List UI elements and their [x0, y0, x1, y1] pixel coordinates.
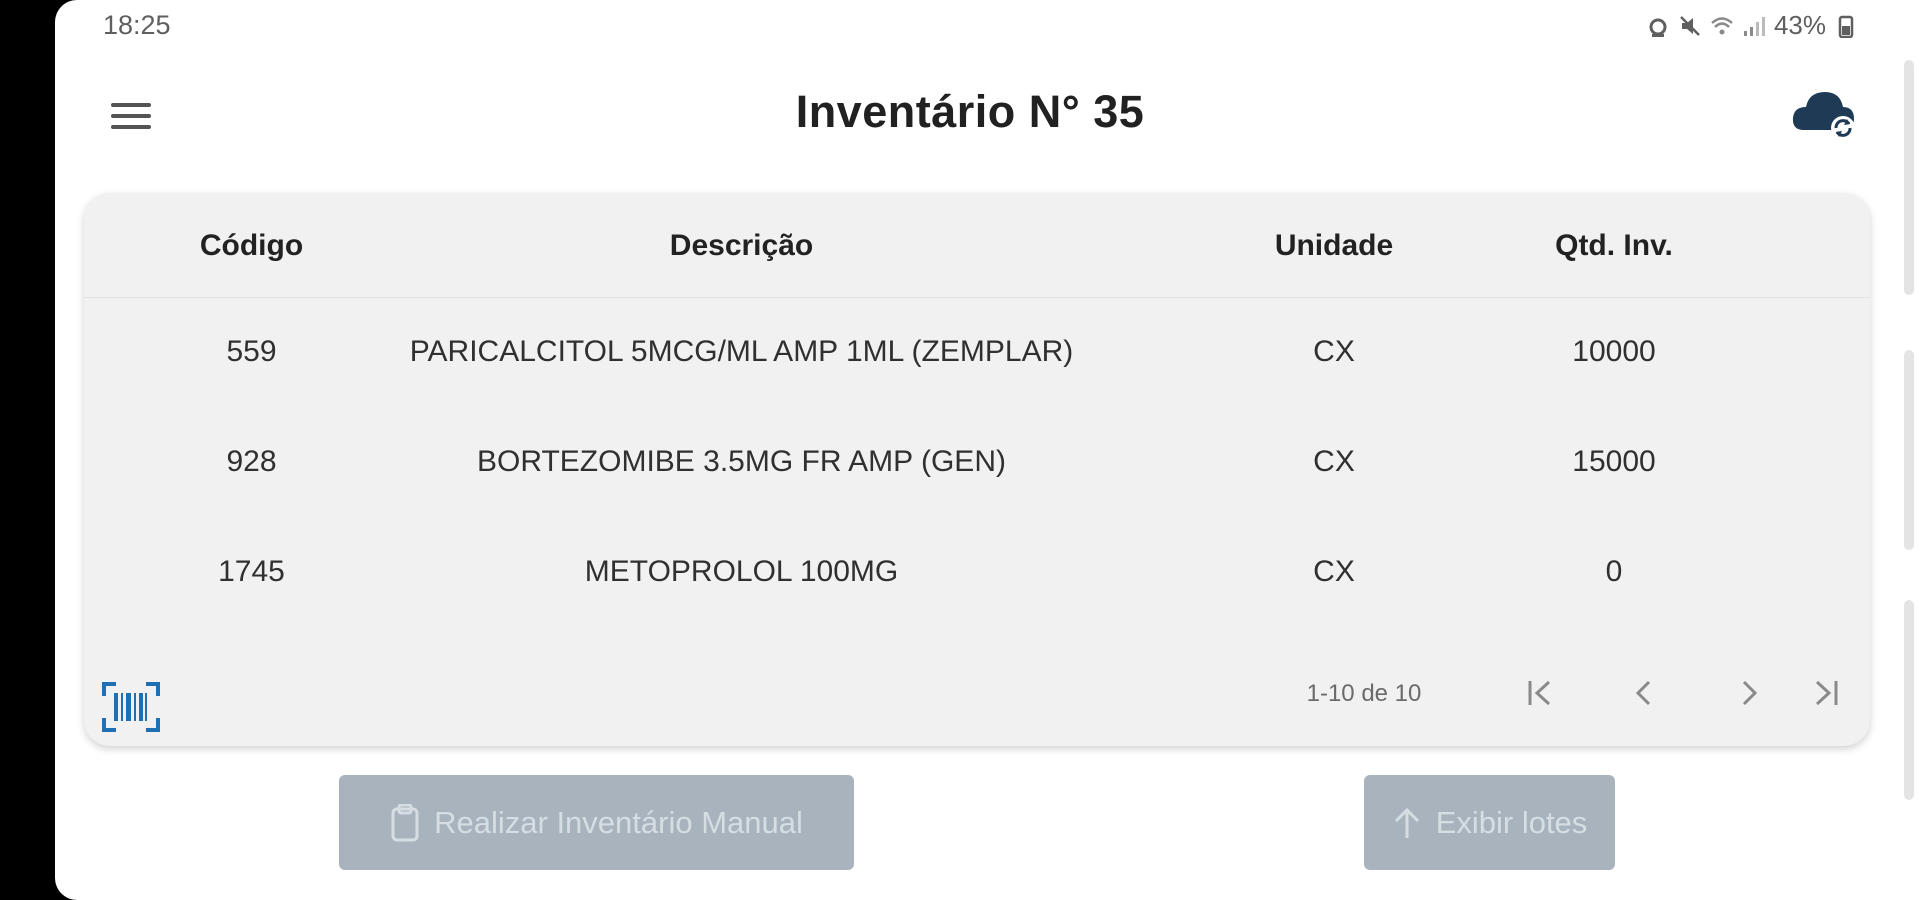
table-row[interactable]: 559 PARICALCITOL 5MCG/ML AMP 1ML (ZEMPLA…: [84, 298, 1870, 408]
page-title: Inventário N° 35: [795, 86, 1145, 137]
pagination-info: 1-10 de 10: [1306, 680, 1422, 707]
cell-descricao: PARICALCITOL 5MCG/ML AMP 1ML (ZEMPLAR): [409, 335, 1074, 368]
cell-unidade: CX: [1313, 445, 1355, 478]
signal-icon: [1743, 16, 1765, 36]
wifi-icon: [1711, 16, 1733, 34]
column-header-descricao[interactable]: Descrição: [369, 229, 1114, 263]
cell-codigo: 1745: [218, 555, 285, 588]
cell-unidade: CX: [1313, 335, 1355, 368]
cell-qtd: 15000: [1572, 445, 1656, 478]
cell-qtd: 0: [1605, 555, 1623, 588]
cell-descricao: BORTEZOMIBE 3.5MG FR AMP (GEN): [477, 445, 1006, 478]
status-time: 18:25: [103, 10, 171, 40]
battery-icon: [1838, 15, 1854, 38]
scrollbar-segment: [1904, 60, 1914, 295]
realizar-inventario-manual-button[interactable]: Realizar Inventário Manual: [339, 775, 854, 870]
arrow-up-icon: [1394, 807, 1419, 838]
first-page-icon[interactable]: [1510, 663, 1570, 723]
app-screen: 18:25 43% Inventário N° 35 Código Descri…: [55, 0, 1928, 900]
cell-codigo: 928: [226, 445, 277, 478]
cell-unidade: CX: [1313, 555, 1355, 588]
column-header-codigo[interactable]: Código: [134, 229, 369, 263]
table-row[interactable]: 928 BORTEZOMIBE 3.5MG FR AMP (GEN) CX 15…: [84, 408, 1870, 518]
table-header: Código Descrição Unidade Qtd. Inv.: [84, 193, 1870, 298]
battery-percent: 43%: [1773, 10, 1826, 40]
barcode-scan-icon[interactable]: [100, 680, 162, 734]
status-bar: 18:25 43%: [55, 0, 1928, 50]
inventory-table-card: Código Descrição Unidade Qtd. Inv. 559 P…: [84, 193, 1870, 746]
status-icons: 43%: [1646, 10, 1858, 41]
alarm-icon: [1649, 18, 1667, 37]
previous-page-icon[interactable]: [1614, 663, 1674, 723]
last-page-icon[interactable]: [1796, 663, 1856, 723]
exibir-lotes-button[interactable]: Exibir lotes: [1364, 775, 1615, 870]
manual-button-label: Realizar Inventário Manual: [434, 804, 803, 840]
mute-icon: [1680, 15, 1700, 36]
cell-descricao: METOPROLOL 100MG: [584, 555, 899, 588]
cell-qtd: 10000: [1572, 335, 1656, 368]
clipboard-icon: [391, 803, 419, 841]
column-header-unidade[interactable]: Unidade: [1224, 229, 1444, 263]
column-header-qtd-inv[interactable]: Qtd. Inv.: [1484, 229, 1744, 263]
lotes-button-label: Exibir lotes: [1435, 804, 1588, 840]
scrollbar-segment: [1904, 600, 1914, 800]
scrollbar-segment: [1904, 350, 1914, 550]
cloud-sync-icon[interactable]: [1790, 84, 1860, 144]
app-bar: Inventário N° 35: [55, 60, 1928, 165]
cell-codigo: 559: [226, 335, 277, 368]
next-page-icon[interactable]: [1719, 663, 1779, 723]
table-row[interactable]: 1745 METOPROLOL 100MG CX 0: [84, 518, 1870, 628]
